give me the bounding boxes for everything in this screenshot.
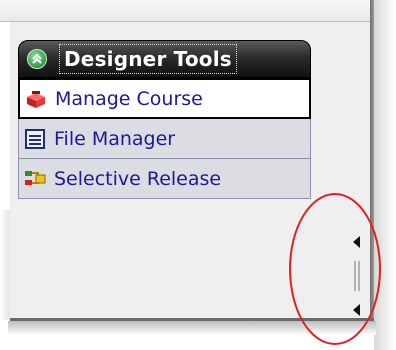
designer-tools-box: Designer Tools Manage Course File Manage…	[18, 40, 311, 199]
left-shadow	[0, 210, 10, 320]
menu-item-label: Manage Course	[55, 87, 203, 110]
designer-tools-header[interactable]: Designer Tools	[18, 40, 311, 78]
file-list-icon	[25, 128, 45, 149]
menu-item-label: File Manager	[54, 127, 176, 150]
panel-title: Designer Tools	[59, 44, 237, 74]
menu-item-file-manager[interactable]: File Manager	[18, 119, 311, 159]
menu-item-manage-course[interactable]: Manage Course	[18, 78, 311, 119]
toolbox-icon	[27, 90, 45, 108]
highlight-annotation-circle	[289, 193, 381, 345]
menu-item-selective-release[interactable]: Selective Release	[18, 159, 311, 199]
double-chevron-up-icon[interactable]	[27, 49, 47, 69]
menu-item-label: Selective Release	[54, 167, 222, 190]
window-top-bar	[0, 0, 384, 22]
selective-release-icon	[25, 170, 46, 185]
